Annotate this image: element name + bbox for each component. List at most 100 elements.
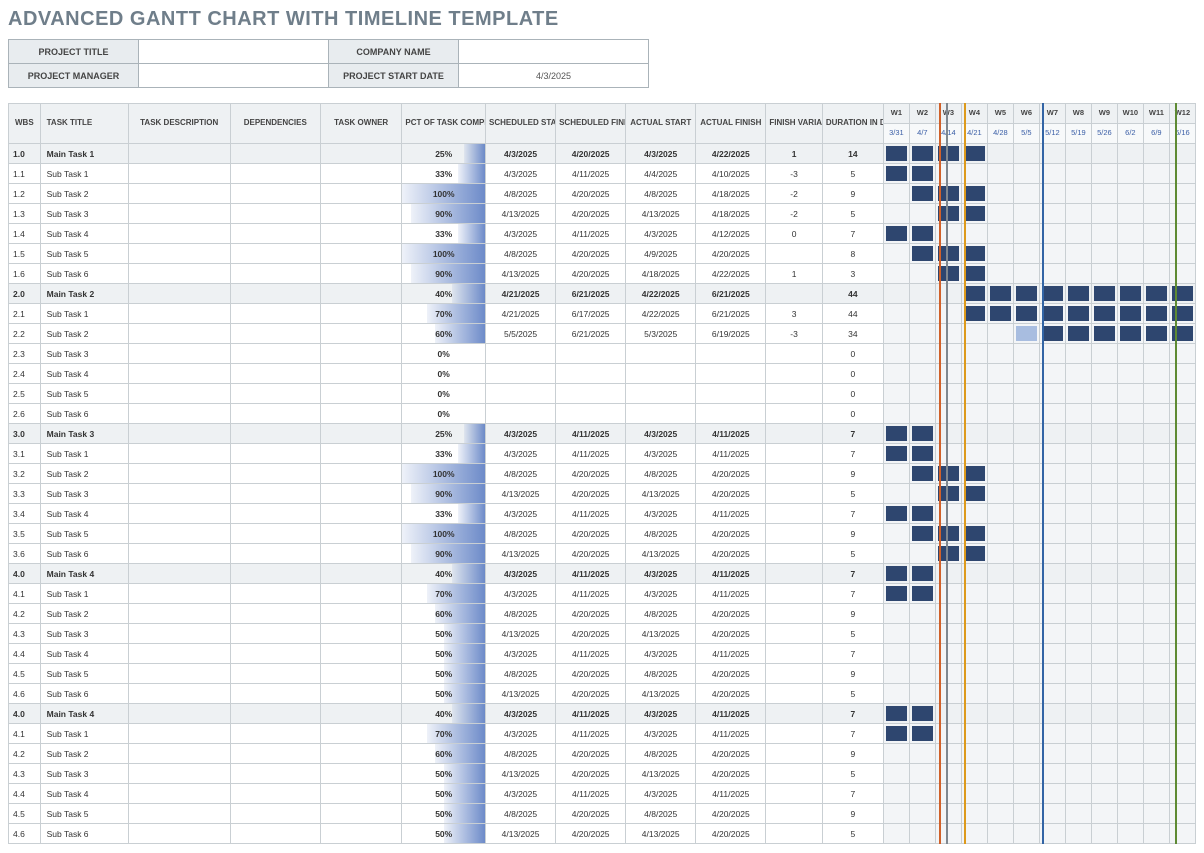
cell-dependencies[interactable] [230,764,320,784]
cell-task-owner[interactable] [320,704,401,724]
cell-task-owner[interactable] [320,404,401,424]
cell-sched-finish[interactable]: 4/20/2025 [556,264,626,284]
cell-variance[interactable] [766,624,823,644]
cell-sched-start[interactable]: 4/21/2025 [486,304,556,324]
cell-actual-finish[interactable]: 4/10/2025 [696,164,766,184]
cell-sched-finish[interactable]: 4/20/2025 [556,604,626,624]
cell-actual-finish[interactable]: 4/11/2025 [696,704,766,724]
cell-actual-start[interactable]: 4/22/2025 [626,304,696,324]
cell-task-desc[interactable] [128,824,230,844]
task-row[interactable]: 3.0Main Task 325%4/3/20254/11/20254/3/20… [9,424,1196,444]
task-row[interactable]: 4.6Sub Task 650%4/13/20254/20/20254/13/2… [9,824,1196,844]
cell-duration[interactable]: 7 [822,224,883,244]
cell-task-owner[interactable] [320,164,401,184]
cell-actual-finish[interactable]: 4/11/2025 [696,444,766,464]
cell-sched-finish[interactable]: 4/11/2025 [556,444,626,464]
cell-sched-start[interactable]: 4/8/2025 [486,464,556,484]
cell-sched-finish[interactable]: 4/11/2025 [556,784,626,804]
cell-sched-start[interactable]: 4/8/2025 [486,664,556,684]
cell-actual-finish[interactable]: 4/11/2025 [696,644,766,664]
cell-task-desc[interactable] [128,164,230,184]
cell-duration[interactable]: 7 [822,444,883,464]
cell-wbs[interactable]: 3.4 [9,504,41,524]
cell-sched-start[interactable]: 4/3/2025 [486,724,556,744]
cell-pct-complete[interactable]: 25% [402,424,486,444]
cell-actual-start[interactable]: 4/4/2025 [626,164,696,184]
cell-pct-complete[interactable]: 33% [402,224,486,244]
cell-task-owner[interactable] [320,564,401,584]
cell-actual-start[interactable]: 4/3/2025 [626,644,696,664]
cell-sched-finish[interactable] [556,384,626,404]
cell-variance[interactable] [766,244,823,264]
cell-task-desc[interactable] [128,664,230,684]
cell-task-desc[interactable] [128,184,230,204]
task-row[interactable]: 4.1Sub Task 170%4/3/20254/11/20254/3/202… [9,584,1196,604]
cell-variance[interactable]: -2 [766,184,823,204]
cell-pct-complete[interactable]: 50% [402,684,486,704]
cell-pct-complete[interactable]: 0% [402,364,486,384]
cell-duration[interactable]: 7 [822,704,883,724]
cell-actual-start[interactable] [626,384,696,404]
project-manager-input[interactable] [139,64,329,88]
cell-duration[interactable]: 7 [822,784,883,804]
cell-task-desc[interactable] [128,264,230,284]
cell-wbs[interactable]: 4.5 [9,804,41,824]
cell-sched-start[interactable]: 4/13/2025 [486,264,556,284]
cell-wbs[interactable]: 1.1 [9,164,41,184]
cell-variance[interactable] [766,744,823,764]
cell-actual-start[interactable]: 4/3/2025 [626,704,696,724]
cell-pct-complete[interactable]: 60% [402,324,486,344]
task-row[interactable]: 3.2Sub Task 2100%4/8/20254/20/20254/8/20… [9,464,1196,484]
cell-actual-finish[interactable]: 4/11/2025 [696,724,766,744]
cell-sched-finish[interactable]: 4/20/2025 [556,484,626,504]
cell-pct-complete[interactable]: 90% [402,484,486,504]
cell-duration[interactable]: 9 [822,804,883,824]
cell-task-owner[interactable] [320,424,401,444]
cell-sched-start[interactable]: 4/8/2025 [486,184,556,204]
task-row[interactable]: 2.1Sub Task 170%4/21/20256/17/20254/22/2… [9,304,1196,324]
cell-duration[interactable]: 8 [822,244,883,264]
cell-actual-finish[interactable]: 6/21/2025 [696,284,766,304]
cell-actual-start[interactable] [626,364,696,384]
task-row[interactable]: 4.3Sub Task 350%4/13/20254/20/20254/13/2… [9,624,1196,644]
cell-task-title[interactable]: Sub Task 6 [40,684,128,704]
cell-dependencies[interactable] [230,204,320,224]
cell-task-title[interactable]: Main Task 3 [40,424,128,444]
col-week-10[interactable]: W10 [1117,104,1143,124]
cell-sched-start[interactable] [486,384,556,404]
cell-task-desc[interactable] [128,724,230,744]
task-row[interactable]: 1.0Main Task 125%4/3/20254/20/20254/3/20… [9,144,1196,164]
cell-actual-start[interactable]: 4/3/2025 [626,784,696,804]
cell-pct-complete[interactable]: 33% [402,164,486,184]
task-row[interactable]: 3.1Sub Task 133%4/3/20254/11/20254/3/202… [9,444,1196,464]
cell-task-title[interactable]: Sub Task 5 [40,804,128,824]
cell-task-owner[interactable] [320,464,401,484]
cell-actual-finish[interactable]: 4/11/2025 [696,504,766,524]
cell-dependencies[interactable] [230,624,320,644]
cell-task-title[interactable]: Sub Task 4 [40,224,128,244]
task-row[interactable]: 4.2Sub Task 260%4/8/20254/20/20254/8/202… [9,604,1196,624]
cell-duration[interactable]: 5 [822,824,883,844]
cell-actual-start[interactable]: 4/3/2025 [626,504,696,524]
cell-task-desc[interactable] [128,484,230,504]
cell-task-title[interactable]: Sub Task 6 [40,544,128,564]
cell-pct-complete[interactable]: 50% [402,824,486,844]
cell-dependencies[interactable] [230,564,320,584]
cell-sched-start[interactable]: 4/8/2025 [486,804,556,824]
cell-variance[interactable] [766,804,823,824]
cell-task-desc[interactable] [128,304,230,324]
cell-pct-complete[interactable]: 33% [402,504,486,524]
cell-task-title[interactable]: Sub Task 5 [40,524,128,544]
cell-actual-finish[interactable]: 4/20/2025 [696,484,766,504]
cell-variance[interactable] [766,604,823,624]
cell-pct-complete[interactable]: 50% [402,664,486,684]
cell-sched-finish[interactable]: 4/11/2025 [556,164,626,184]
cell-dependencies[interactable] [230,284,320,304]
cell-task-desc[interactable] [128,604,230,624]
task-row[interactable]: 1.6Sub Task 690%4/13/20254/20/20254/18/2… [9,264,1196,284]
cell-task-owner[interactable] [320,324,401,344]
cell-task-owner[interactable] [320,444,401,464]
task-row[interactable]: 3.3Sub Task 390%4/13/20254/20/20254/13/2… [9,484,1196,504]
cell-task-owner[interactable] [320,344,401,364]
cell-sched-finish[interactable]: 4/11/2025 [556,504,626,524]
